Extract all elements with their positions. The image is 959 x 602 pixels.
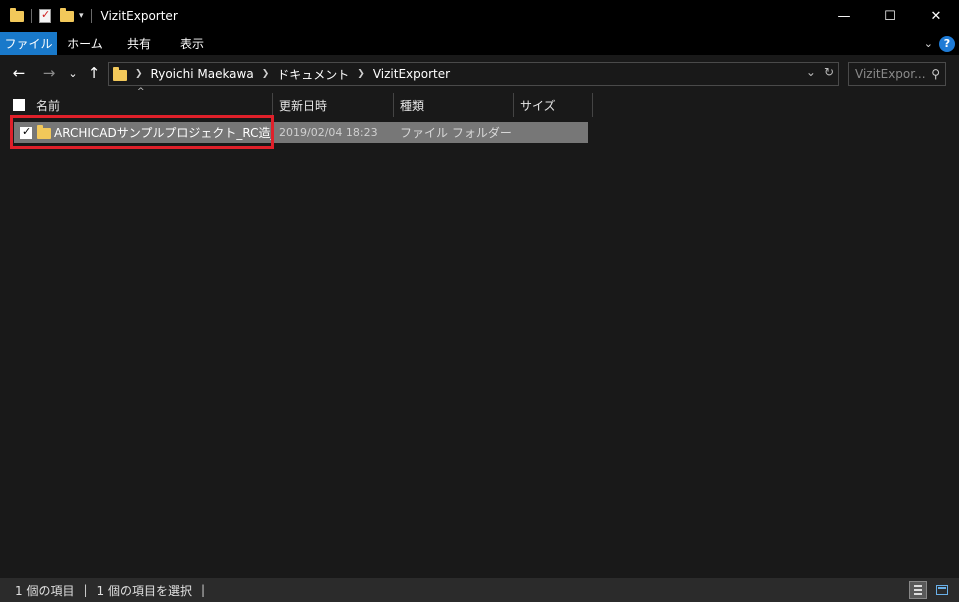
column-header-modified[interactable]: 更新日時 xyxy=(279,93,393,117)
file-name[interactable]: ARCHICADサンプルプロジェクト_RC造_集... xyxy=(54,122,272,143)
chevron-right-icon[interactable]: ❯ xyxy=(135,69,143,79)
ribbon-tabs: ファイル ホーム 共有 表示 ⌄ ? xyxy=(0,32,959,55)
tab-home[interactable]: ホーム xyxy=(57,32,113,55)
file-row[interactable]: ARCHICADサンプルプロジェクト_RC造_集... 2019/02/04 1… xyxy=(14,122,588,143)
new-folder-icon[interactable] xyxy=(60,7,74,22)
refresh-icon[interactable]: ↻ xyxy=(824,65,834,79)
folder-icon xyxy=(37,125,51,139)
chevron-right-icon[interactable]: ❯ xyxy=(262,69,270,79)
title-bar: ▾ VizitExporter — ☐ ✕ xyxy=(0,0,959,32)
column-header-size[interactable]: サイズ xyxy=(520,93,592,117)
window-title: VizitExporter xyxy=(100,9,178,23)
quick-access-toolbar: ▾ VizitExporter xyxy=(0,0,178,32)
address-controls: ⌄ ↻ xyxy=(806,65,834,79)
status-bar: 1 個の項目 | 1 個の項目を選択 | xyxy=(0,578,959,602)
maximize-button[interactable]: ☐ xyxy=(867,0,913,32)
status-divider: | xyxy=(200,583,205,597)
breadcrumb-documents[interactable]: ドキュメント xyxy=(277,66,349,83)
close-button[interactable]: ✕ xyxy=(913,0,959,32)
select-all-checkbox[interactable] xyxy=(13,99,25,111)
file-modified: 2019/02/04 18:23 xyxy=(279,126,378,139)
status-divider: | xyxy=(83,583,88,597)
properties-icon[interactable] xyxy=(39,8,51,23)
column-headers: ^ 名前 更新日時 種類 サイズ xyxy=(0,87,959,117)
tab-view[interactable]: 表示 xyxy=(165,32,219,55)
toolbar-separator xyxy=(90,9,92,23)
column-divider[interactable] xyxy=(393,93,394,117)
select-all-checkbox-cell xyxy=(13,93,25,117)
search-icon[interactable]: ⚲ xyxy=(931,67,940,81)
back-button[interactable]: ← xyxy=(9,63,29,83)
ribbon-right-controls: ⌄ ? xyxy=(924,32,955,55)
folder-icon[interactable] xyxy=(10,7,24,22)
customize-toolbar-icon[interactable]: ▾ xyxy=(79,11,84,21)
folder-icon xyxy=(113,67,127,81)
minimize-button[interactable]: — xyxy=(821,0,867,32)
column-header-name[interactable]: 名前 xyxy=(36,93,272,117)
tab-share[interactable]: 共有 xyxy=(113,32,165,55)
breadcrumb-user[interactable]: Ryoichi Maekawa xyxy=(151,67,254,81)
details-view-button[interactable] xyxy=(909,581,927,599)
toolbar-separator xyxy=(31,9,32,23)
breadcrumb-current-folder[interactable]: VizitExporter xyxy=(373,67,450,81)
row-checkbox[interactable] xyxy=(20,125,32,139)
window-controls: — ☐ ✕ xyxy=(821,0,959,32)
address-dropdown-icon[interactable]: ⌄ xyxy=(806,65,816,79)
view-switcher xyxy=(909,581,951,599)
large-icons-view-icon xyxy=(936,585,948,595)
up-button[interactable]: ↑ xyxy=(84,63,104,83)
forward-button[interactable]: → xyxy=(39,63,59,83)
address-bar[interactable]: ❯ Ryoichi Maekawa ❯ ドキュメント ❯ VizitExport… xyxy=(108,62,839,86)
chevron-right-icon[interactable]: ❯ xyxy=(357,69,365,79)
column-divider[interactable] xyxy=(513,93,514,117)
item-count: 1 個の項目 xyxy=(15,583,75,598)
large-icons-view-button[interactable] xyxy=(933,581,951,599)
column-divider[interactable] xyxy=(592,93,593,117)
column-divider[interactable] xyxy=(272,93,273,117)
expand-ribbon-icon[interactable]: ⌄ xyxy=(924,37,933,50)
selected-count: 1 個の項目を選択 xyxy=(96,583,192,598)
tab-file[interactable]: ファイル xyxy=(0,32,57,55)
help-icon[interactable]: ? xyxy=(939,35,955,52)
file-type: ファイル フォルダー xyxy=(400,126,512,140)
details-view-icon xyxy=(914,585,922,595)
search-placeholder: VizitExpor... xyxy=(855,67,926,81)
recent-locations-button[interactable]: ⌄ xyxy=(63,63,83,83)
search-box[interactable]: VizitExpor... ⚲ xyxy=(848,62,946,86)
column-header-type[interactable]: 種類 xyxy=(400,93,513,117)
